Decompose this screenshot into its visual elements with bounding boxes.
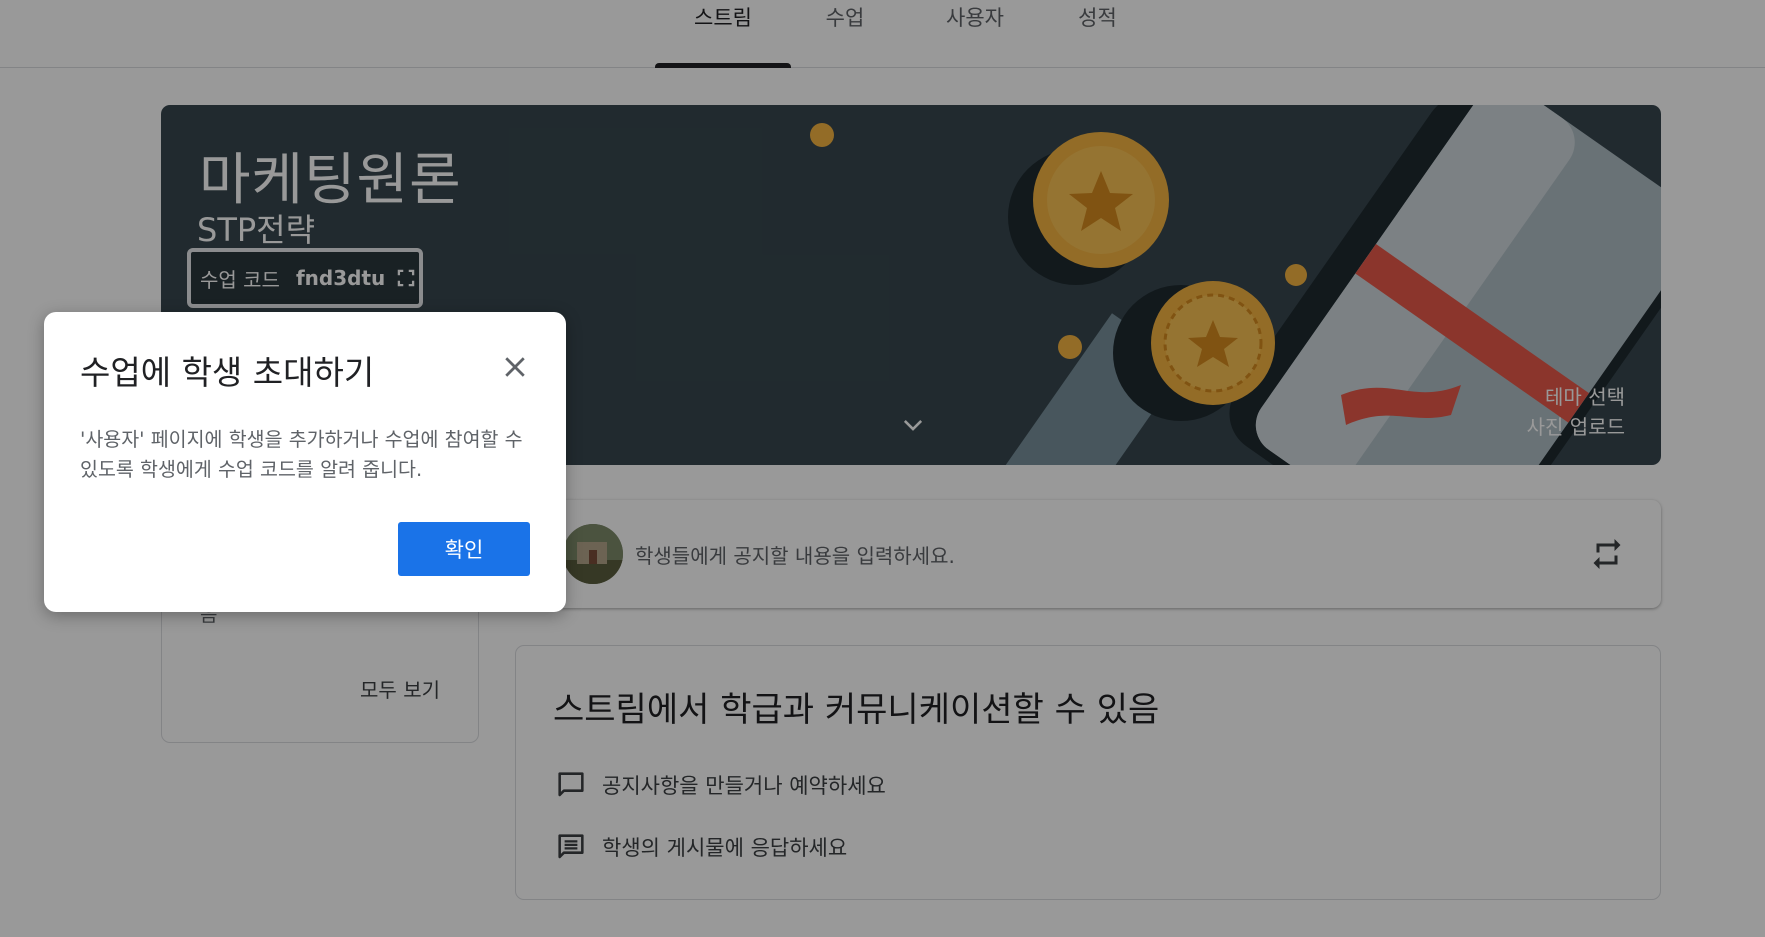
dialog-title: 수업에 학생 초대하기 xyxy=(80,353,375,392)
close-icon[interactable] xyxy=(500,352,530,382)
dialog-body: '사용자' 페이지에 학생을 추가하거나 수업에 참여할 수 있도록 학생에게 … xyxy=(80,428,523,481)
invite-students-dialog: 수업에 학생 초대하기 '사용자' 페이지에 학생을 추가하거나 수업에 참여할… xyxy=(44,312,566,612)
confirm-button[interactable]: 확인 xyxy=(398,522,530,576)
